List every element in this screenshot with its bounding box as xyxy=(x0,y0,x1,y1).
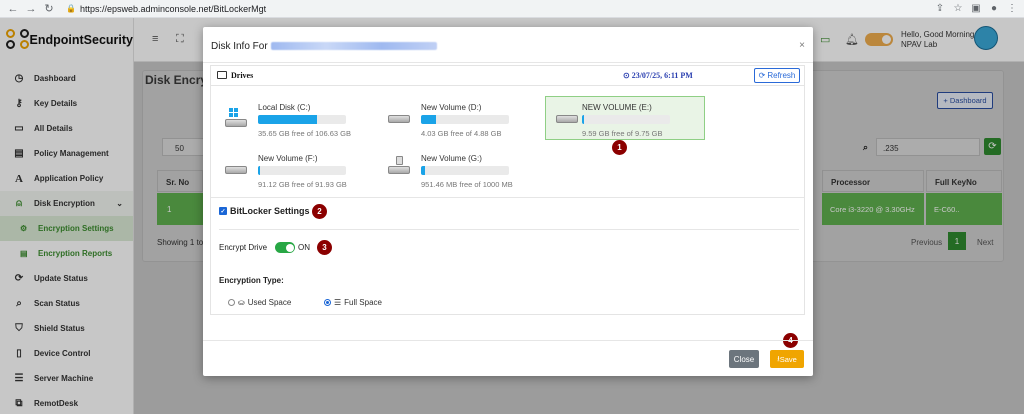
drive-name: New Volume (D:) xyxy=(421,103,482,112)
sidepanel-icon[interactable]: ▣ xyxy=(970,3,982,15)
save-label: Save xyxy=(779,354,797,364)
drive-icon: ⛀ xyxy=(238,298,245,307)
drive-usage-bar xyxy=(582,115,670,124)
modal-body: Drives ⊙ 23/07/25, 6:11 PM ⟳ Refresh Loca… xyxy=(210,65,805,315)
drive-name: NEW VOLUME (E:) xyxy=(582,103,652,112)
drive-usage-bar xyxy=(258,115,346,124)
drives-header: Drives ⊙ 23/07/25, 6:11 PM ⟳ Refresh xyxy=(211,66,804,86)
drive-e[interactable]: NEW VOLUME (E:) 9.59 GB free of 9.75 GB xyxy=(545,96,705,140)
drive-usage-fill xyxy=(421,166,426,175)
drives-label: Drives xyxy=(231,71,254,80)
drive-d[interactable]: New Volume (D:) 4.03 GB free of 4.88 GB xyxy=(376,97,536,141)
drive-usage-fill xyxy=(258,115,317,124)
refresh-label: Refresh xyxy=(767,71,796,80)
drive-free-space: 951.46 MB free of 1000 MB xyxy=(421,180,513,189)
drive-usage-fill xyxy=(582,115,584,124)
checkbox-checked-icon[interactable]: ✓ xyxy=(219,207,227,215)
encrypt-drive-label: Encrypt Drive xyxy=(219,243,268,252)
close-icon[interactable]: × xyxy=(799,40,805,51)
drive-free-space: 4.03 GB free of 4.88 GB xyxy=(421,129,502,138)
refresh-button[interactable]: ⟳ Refresh xyxy=(754,68,800,83)
full-space-option[interactable]: ☰ Full Space xyxy=(324,298,382,307)
profile-icon[interactable]: ● xyxy=(988,3,1000,15)
modal-title-text: Disk Info For xyxy=(211,41,268,52)
drive-free-space: 35.65 GB free of 106.63 GB xyxy=(258,129,351,138)
drive-usage-fill xyxy=(258,166,260,175)
modal-footer: Close ⭳ Save xyxy=(203,340,813,376)
full-space-label: Full Space xyxy=(344,298,382,307)
callout-badge: 3 xyxy=(317,240,332,255)
hard-drive-icon xyxy=(388,115,410,123)
windows-icon xyxy=(229,108,239,118)
monitor-icon xyxy=(217,71,227,79)
drive-usage-bar xyxy=(421,166,509,175)
star-icon[interactable]: ☆ xyxy=(952,3,964,15)
modal-title: Disk Info For xyxy=(211,41,437,52)
hard-drive-icon xyxy=(556,115,578,123)
refresh-icon: ⟳ xyxy=(758,71,766,80)
drive-g[interactable]: New Volume (G:) 951.46 MB free of 1000 M… xyxy=(376,148,536,192)
hard-drive-icon xyxy=(388,166,410,174)
bitlocker-settings-label: BitLocker Settings xyxy=(230,206,310,216)
address-bar[interactable]: 🔒 https://epsweb.adminconsole.net/BitLoc… xyxy=(66,2,266,16)
drive-name: New Volume (G:) xyxy=(421,154,482,163)
share-icon[interactable]: ⇪ xyxy=(934,3,946,15)
timestamp-text: 23/07/25, 6:11 PM xyxy=(631,71,693,80)
database-icon: ☰ xyxy=(334,298,342,307)
used-space-option[interactable]: ⛀ Used Space xyxy=(228,298,291,307)
drive-usage-fill xyxy=(421,115,437,124)
callout-badge: 2 xyxy=(312,204,327,219)
forward-icon[interactable]: → xyxy=(24,2,38,16)
drive-c[interactable]: Local Disk (C:) 35.65 GB free of 106.63 … xyxy=(213,97,373,141)
save-button[interactable]: ⭳ Save xyxy=(770,350,804,368)
radio-used-space[interactable] xyxy=(228,299,235,306)
radio-full-space[interactable] xyxy=(324,299,331,306)
back-icon[interactable]: ← xyxy=(6,2,20,16)
drive-free-space: 91.12 GB free of 91.93 GB xyxy=(258,180,347,189)
used-space-label: Used Space xyxy=(247,298,292,307)
usb-icon xyxy=(396,156,403,165)
lock-icon: 🔒 xyxy=(66,4,76,13)
drive-usage-bar xyxy=(258,166,346,175)
close-button[interactable]: Close xyxy=(729,350,759,368)
drive-free-space: 9.59 GB free of 9.75 GB xyxy=(582,129,663,138)
encrypt-drive-toggle[interactable] xyxy=(275,242,296,253)
disk-info-modal: Disk Info For × Drives ⊙ 23/07/25, 6:11 … xyxy=(203,27,813,376)
hard-drive-icon xyxy=(225,119,247,127)
encrypt-drive-row: Encrypt Drive ON xyxy=(219,242,310,253)
drive-usage-bar xyxy=(421,115,509,124)
divider xyxy=(211,197,804,198)
drive-name: New Volume (F:) xyxy=(258,154,318,163)
divider xyxy=(219,229,799,230)
drive-f[interactable]: New Volume (F:) 91.12 GB free of 91.93 G… xyxy=(213,148,373,192)
drive-name: Local Disk (C:) xyxy=(258,103,311,112)
url-text: https://epsweb.adminconsole.net/BitLocke… xyxy=(79,3,267,14)
bitlocker-settings-header[interactable]: ✓ BitLocker Settings xyxy=(219,206,310,216)
browser-toolbar: ← → ↻ 🔒 https://epsweb.adminconsole.net/… xyxy=(0,0,1024,18)
toggle-state: ON xyxy=(298,243,311,252)
menu-dots-icon[interactable]: ⋮ xyxy=(1006,3,1018,15)
reload-icon[interactable]: ↻ xyxy=(42,2,56,16)
timestamp: ⊙ 23/07/25, 6:11 PM xyxy=(623,71,693,80)
modal-header: Disk Info For × xyxy=(203,27,813,63)
hard-drive-icon xyxy=(225,166,247,174)
redacted-device-name xyxy=(270,42,437,51)
clock-icon: ⊙ xyxy=(623,71,630,80)
callout-badge: 1 xyxy=(612,140,627,155)
encryption-type-label: Encryption Type: xyxy=(219,276,284,285)
